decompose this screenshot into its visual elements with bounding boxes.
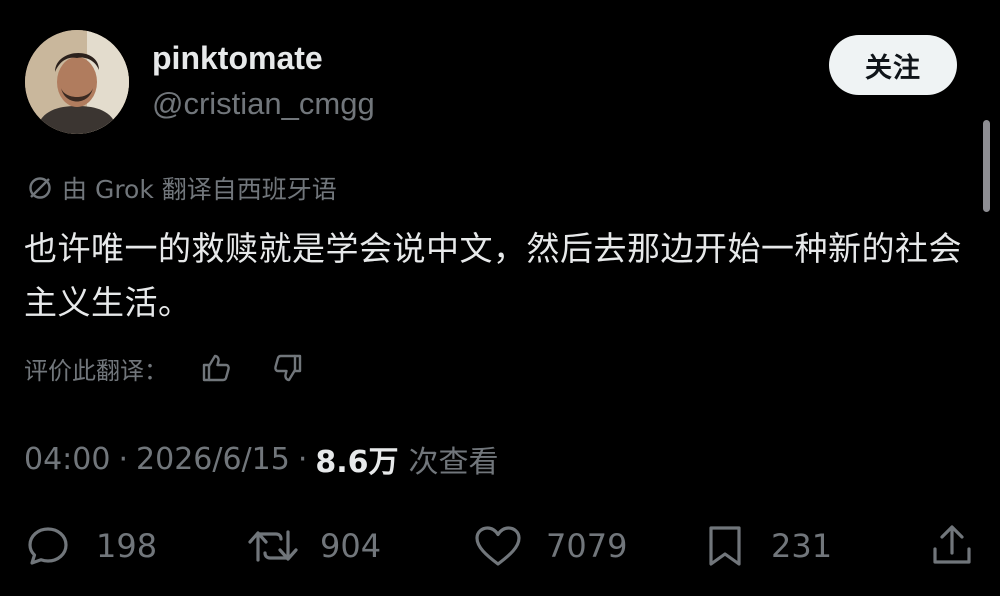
translation-note[interactable]: 由 Grok 翻译自西班牙语 (26, 170, 337, 206)
thumbs-down-icon (274, 354, 302, 382)
reply-button[interactable]: 198 (24, 516, 157, 576)
tweet-time[interactable]: 04:00 (24, 442, 110, 477)
thumbs-down-button[interactable] (268, 348, 308, 388)
share-button[interactable] (928, 516, 976, 576)
meta-separator: · (118, 441, 129, 477)
scrollbar[interactable] (983, 120, 990, 212)
avatar[interactable] (25, 30, 129, 134)
meta-separator: · (297, 441, 308, 477)
thumbs-up-icon (202, 354, 230, 382)
no-entry-translate-icon (26, 174, 54, 202)
reply-icon (28, 527, 68, 565)
views-count[interactable]: 8.6万 (315, 437, 398, 481)
heart-icon (475, 526, 521, 566)
reply-count: 198 (96, 527, 158, 565)
share-icon (933, 525, 971, 564)
user-handle[interactable]: @cristian_cmgg (152, 86, 375, 122)
tweet-meta: 04:00 · 2026/6/15 · 8.6万 次查看 (24, 437, 499, 481)
bookmark-count: 231 (771, 527, 833, 565)
bookmark-button[interactable]: 231 (703, 516, 832, 576)
like-count: 7079 (546, 527, 628, 565)
display-name[interactable]: pinktomate (152, 40, 323, 77)
translation-note-text: 由 Grok 翻译自西班牙语 (62, 175, 337, 204)
views-label: 次查看 (408, 445, 499, 480)
repost-button[interactable]: 904 (246, 516, 381, 576)
rate-translation-label: 评价此翻译： (24, 356, 168, 385)
rate-translation-row: 评价此翻译： (24, 348, 340, 388)
repost-count: 904 (320, 527, 382, 565)
repost-icon (248, 530, 298, 562)
tweet-date[interactable]: 2026/6/15 (136, 442, 290, 477)
bookmark-icon (709, 526, 741, 566)
follow-button[interactable]: 关注 (829, 35, 957, 95)
action-bar: 198 904 7079 231 (0, 516, 1000, 576)
thumbs-up-button[interactable] (196, 348, 236, 388)
like-button[interactable]: 7079 (472, 516, 627, 576)
tweet-text: 也许唯一的救赎就是学会说中文，然后去那边开始一种新的社会主义生活。 (24, 229, 962, 322)
